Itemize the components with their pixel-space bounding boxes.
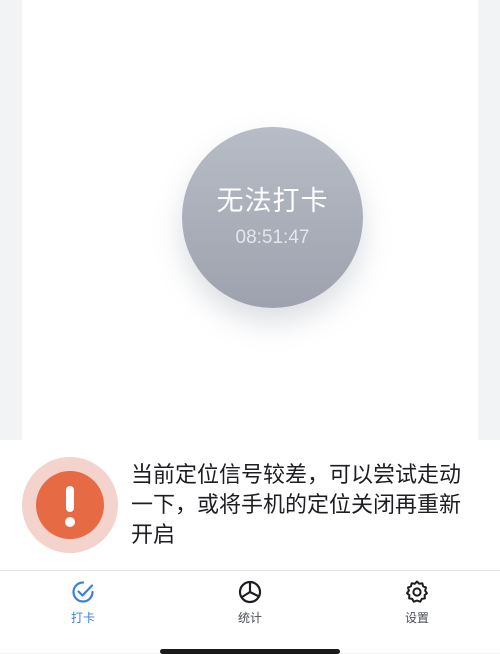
exclamation-icon	[22, 457, 118, 553]
tab-settings[interactable]: 设置	[377, 579, 457, 629]
clock-in-card: 无法打卡 08:51:47	[22, 0, 478, 440]
current-time: 08:51:47	[235, 227, 310, 248]
home-indicator	[160, 649, 340, 654]
pie-chart-icon	[238, 580, 262, 604]
tab-settings-label: 设置	[404, 611, 429, 625]
tab-statistics-label: 统计	[237, 611, 262, 625]
clock-in-button[interactable]: 无法打卡 08:51:47	[182, 127, 363, 308]
tab-clock-in-label: 打卡	[70, 611, 95, 625]
gear-icon	[406, 580, 428, 603]
clock-in-status-label: 无法打卡	[216, 186, 329, 217]
tab-clock-in[interactable]: 打卡	[43, 579, 123, 629]
location-warning-message: 当前定位信号较差，可以尝试走动一下，或将手机的定位关闭再重新开启	[131, 463, 462, 548]
location-warning-panel: 当前定位信号较差，可以尝试走动一下，或将手机的定位关闭再重新开启	[0, 440, 500, 570]
tab-statistics[interactable]: 统计	[210, 579, 290, 629]
check-icon	[72, 581, 94, 603]
bottom-tab-bar: 打卡 统计 设置	[0, 571, 500, 653]
